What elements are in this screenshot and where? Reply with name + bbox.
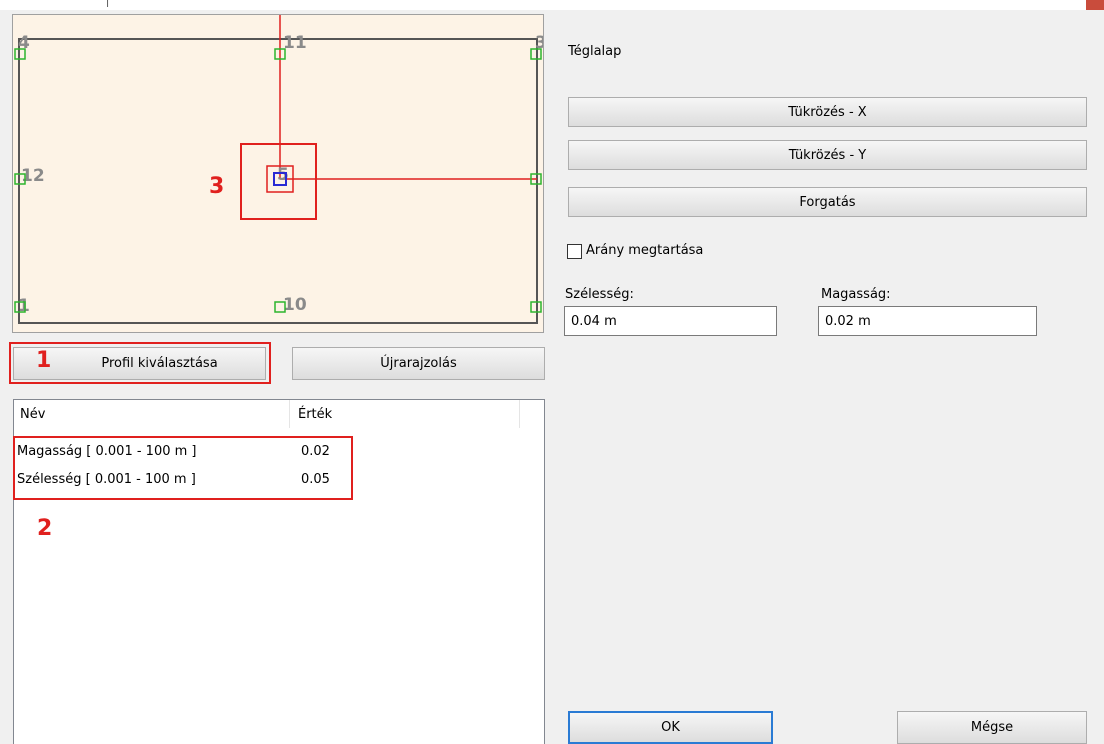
node-label-3: 3 [535, 33, 543, 53]
node-label-5: 5 [277, 165, 289, 185]
shape-type-label: Téglalap [568, 44, 622, 59]
mirror-x-button[interactable]: Tükrözés - X [568, 97, 1087, 127]
keep-ratio-checkbox[interactable] [567, 244, 582, 259]
marker-3: 3 [209, 174, 224, 199]
column-header-value-label: Érték [298, 406, 333, 422]
height-value: 0.02 m [825, 313, 871, 329]
column-header-name[interactable]: Név [14, 400, 290, 428]
marker-1: 1 [36, 348, 52, 373]
height-field[interactable]: 0.02 m [818, 306, 1037, 336]
cancel-label: Mégse [970, 720, 1014, 735]
mirror-y-button[interactable]: Tükrözés - Y [568, 140, 1087, 170]
cancel-button[interactable]: Mégse [897, 711, 1087, 744]
column-header-name-label: Név [20, 406, 46, 422]
column-header-value[interactable]: Érték [292, 400, 520, 428]
mirror-y-label: Tükrözés - Y [788, 147, 867, 163]
rotate-label: Forgatás [799, 194, 856, 210]
width-label: Szélesség: [565, 287, 634, 302]
redraw-label: Újrarajzolás [380, 356, 457, 371]
title-bar [0, 0, 1104, 10]
highlight-box-2 [13, 436, 353, 500]
node-label-10: 10 [283, 295, 307, 315]
title-fragment: │ [104, 0, 112, 7]
ok-label: OK [661, 720, 680, 735]
preview-drawing: 4 11 3 12 5 1 10 3 [13, 15, 543, 332]
rotate-button[interactable]: Forgatás [568, 187, 1087, 217]
height-label: Magasság: [821, 287, 891, 302]
node-label-11: 11 [283, 33, 307, 53]
profile-preview[interactable]: 4 11 3 12 5 1 10 3 [12, 14, 544, 333]
close-button[interactable] [1086, 0, 1104, 10]
node-label-1: 1 [18, 296, 30, 316]
ok-button[interactable]: OK [568, 711, 773, 744]
marker-2: 2 [37, 516, 53, 541]
mirror-x-label: Tükrözés - X [788, 104, 867, 120]
width-field[interactable]: 0.04 m [564, 306, 777, 336]
node-label-4: 4 [18, 33, 30, 53]
width-value: 0.04 m [571, 313, 617, 329]
redraw-button[interactable]: Újrarajzolás [292, 347, 545, 380]
keep-ratio-label: Arány megtartása [586, 243, 704, 258]
